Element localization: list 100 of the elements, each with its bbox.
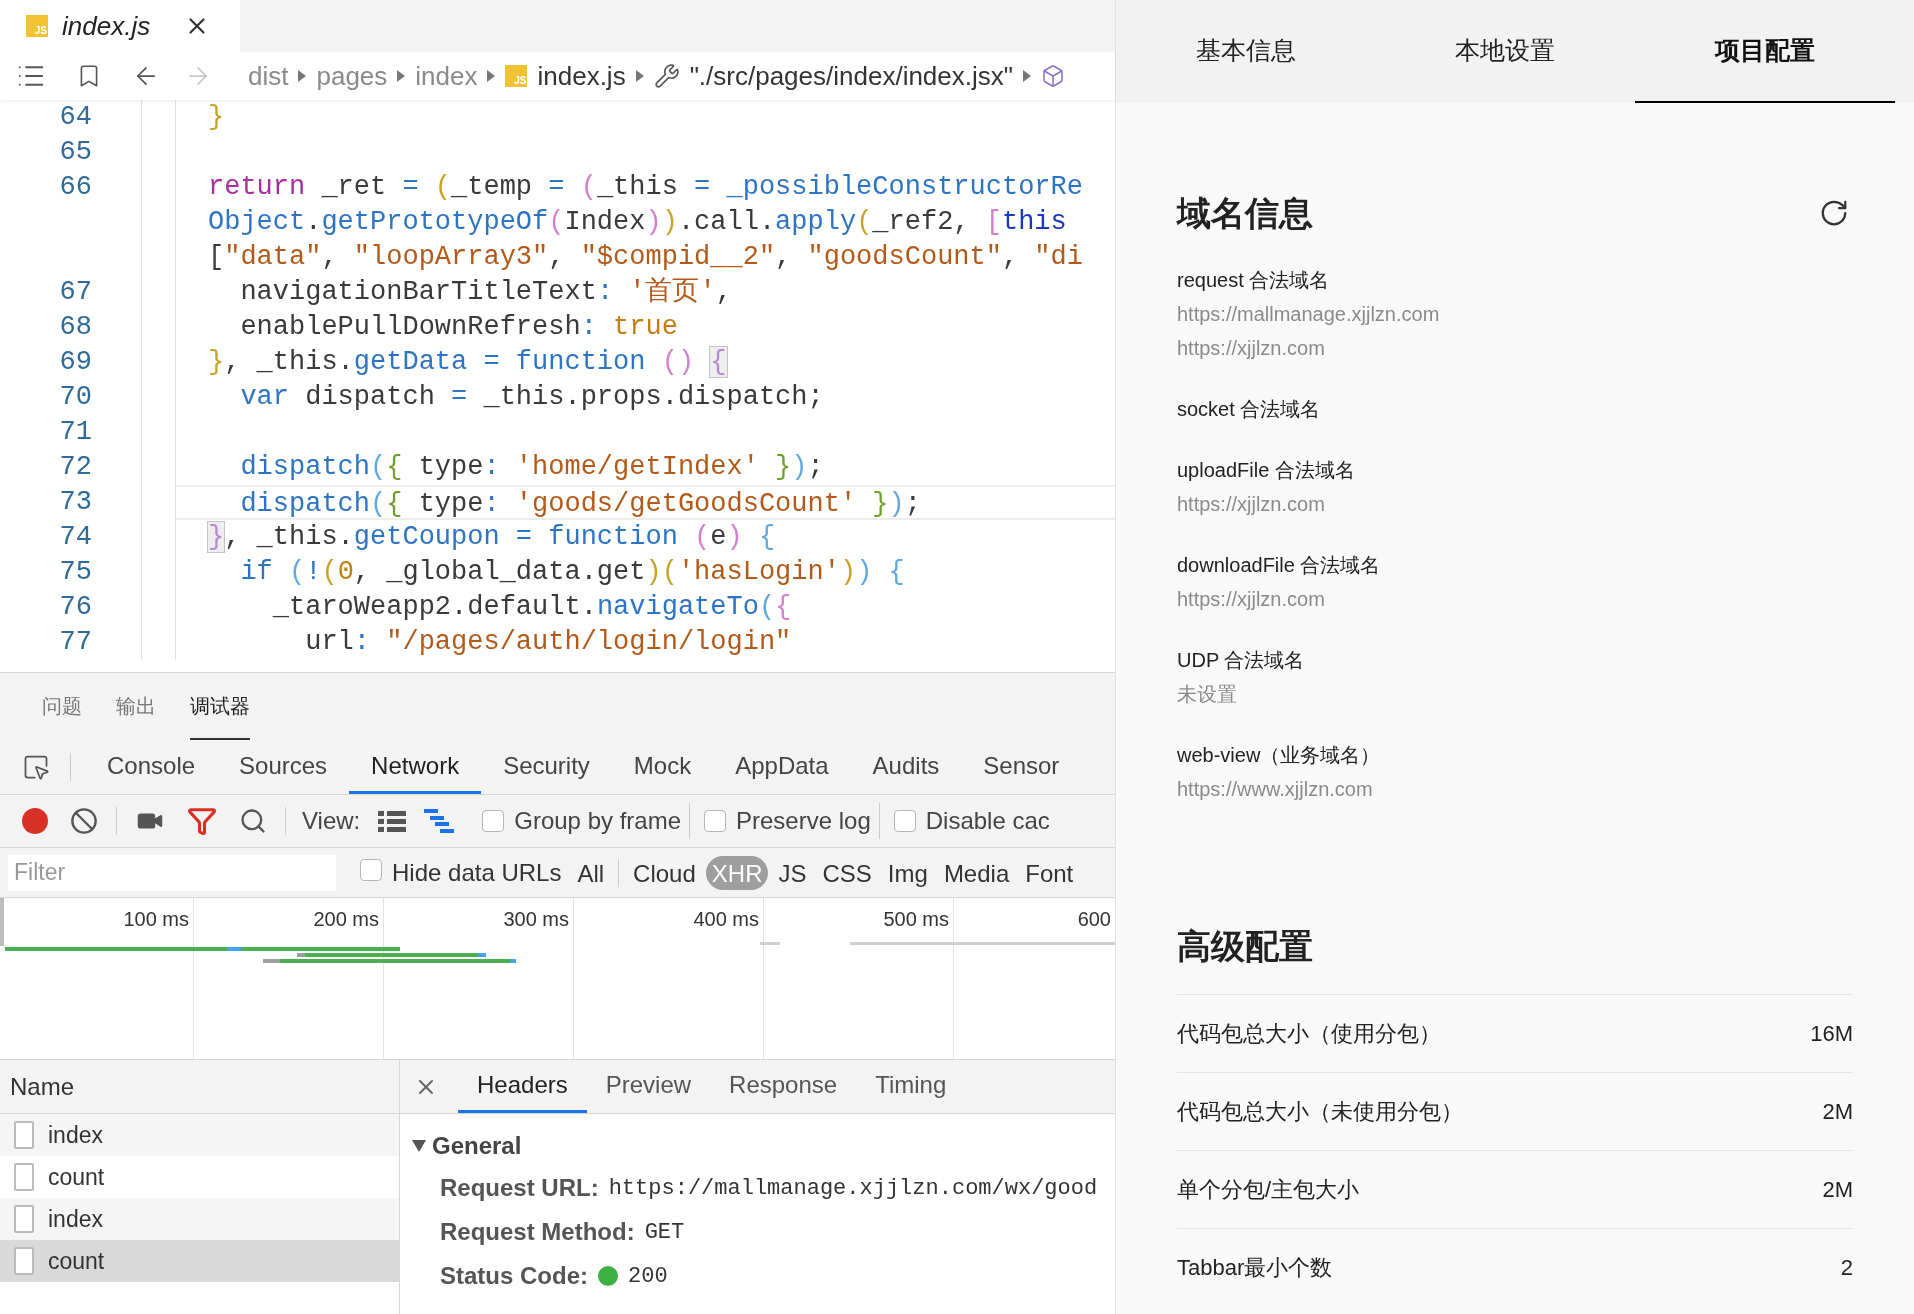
config-label: 单个分包/主包大小 [1177,1176,1360,1204]
type-filter[interactable]: Media [937,855,1016,890]
settings-tab[interactable]: 项目配置 [1635,0,1895,103]
line-number: 73 [59,486,92,519]
separator-icon [1023,70,1031,82]
domain-value: https://mallmanage.xjjlzn.com [1177,302,1441,327]
js-file-icon: JS [505,65,528,87]
inspect-icon[interactable] [22,753,50,781]
type-filter[interactable]: All [571,855,611,890]
filter-icon[interactable] [187,806,217,836]
cube-icon [1041,64,1065,88]
clear-icon[interactable] [70,807,98,835]
line-number: 77 [59,626,92,659]
request-name: count [48,1246,105,1276]
domain-value: https://xjjlzn.com [1177,587,1326,612]
refresh-icon[interactable] [1819,198,1849,228]
code-line: enablePullDownRefresh: true [239,312,678,342]
devtools-tab[interactable]: Sensor [961,740,1082,794]
file-tab[interactable]: JS index.js [0,0,240,52]
field-label: Request URL: [440,1173,599,1203]
code-line: var dispatch = _this.props.dispatch; [239,382,824,412]
checkbox[interactable] [360,858,382,881]
code-line: }, _this.getCoupon = function (e) { [208,522,776,552]
field-label: Status Code: [440,1261,588,1291]
code-line: Object.getPrototypeOf(Index)).call.apply(_ref2, [this [208,207,1067,237]
request-name: count [48,1162,105,1192]
js-file-icon: JS [26,15,48,37]
code-line: navigationBarTitleText: '首页', [239,277,732,307]
wrench-icon [653,63,680,89]
checkbox[interactable] [704,810,726,832]
domain-label: request 合法域名 [1177,268,1331,293]
file-icon [14,1163,34,1191]
section-title[interactable]: General [432,1128,522,1164]
checkbox-label: Hide data URLs [392,857,562,888]
config-value: 2 [1840,1254,1853,1282]
search-icon[interactable] [239,807,267,835]
domain-label: UDP 合法域名 [1177,648,1306,673]
details-tab[interactable]: Response [710,1060,857,1113]
checkbox[interactable] [482,810,505,832]
checkbox-label: Preserve log [736,806,871,836]
line-number: 67 [59,276,92,309]
line-number: 75 [59,556,92,589]
devtools-tab[interactable]: AppData [713,740,851,794]
line-number: 72 [59,451,92,484]
line-number: 65 [59,136,92,169]
checkbox[interactable] [893,810,916,832]
code-line: dispatch({ type: 'goods/getGoodsCount' }); [239,489,921,519]
config-label: 代码包总大小（未使用分包） [1177,1098,1463,1126]
details-tab[interactable]: Headers [458,1060,587,1113]
type-filter[interactable]: CSS [816,855,878,890]
code-line: } [208,102,225,132]
filter-field[interactable]: Filter [8,854,336,891]
record-button[interactable] [22,808,48,834]
devtools-tab[interactable]: Audits [850,740,962,794]
domain-value: https://xjjlzn.com [1177,336,1326,361]
settings-tab[interactable]: 基本信息 [1116,0,1376,103]
domain-label: uploadFile 合法域名 [1177,458,1356,483]
checkbox-label: Group by frame [514,806,681,836]
request-row[interactable]: count [0,1240,399,1282]
timeline-tick: 300 ms [503,907,569,930]
timeline-tick: 600 [1077,907,1111,930]
request-name: index [48,1120,103,1150]
type-filter[interactable]: Cloud [627,855,702,890]
details-tab[interactable]: Timing [856,1060,966,1113]
file-icon [14,1247,34,1275]
devtools-tab[interactable]: Security [481,740,612,794]
code-line: if (!(0, _global_data.get)('hasLogin')) { [239,557,905,587]
request-row[interactable]: index [0,1198,399,1240]
file-icon [14,1205,34,1233]
domain-label: socket 合法域名 [1177,397,1322,422]
list-view-icon[interactable] [378,810,407,832]
devtools-tab[interactable]: Console [85,740,218,794]
field-value: GET [644,1218,685,1247]
type-filter[interactable]: JS [772,855,813,890]
waterfall-view-icon[interactable] [424,809,455,833]
separator-icon [298,70,307,82]
file-icon [14,1121,34,1149]
breadcrumb-item[interactable]: "./src/pages/index/index.jsx" [689,56,1013,96]
type-filter[interactable]: Img [881,855,934,890]
view-label: View: [302,806,361,836]
request-row[interactable]: index [0,1114,399,1156]
separator-icon [397,70,406,82]
timeline-tick: 400 ms [693,907,759,930]
separator-icon [635,70,644,82]
code-line: return _ret = (_temp = (_this = _possibleConstructorRe [208,172,1083,202]
section-heading: 高级配置 [1177,926,1314,967]
line-number: 69 [59,346,92,379]
domain-value: https://www.xjjlzn.com [1177,777,1374,802]
line-number: 74 [59,521,92,554]
code-line: _taroWeapp2.default.navigateTo({ [271,592,792,622]
settings-tab[interactable]: 本地设置 [1375,0,1636,103]
column-header[interactable]: Name [10,1068,75,1105]
breadcrumb-item[interactable]: index.js [537,56,626,96]
devtools-tab[interactable]: Mock [611,740,714,794]
details-tab[interactable]: Preview [586,1060,711,1113]
devtools-tab[interactable]: Sources [217,740,350,794]
disclosure-triangle-icon[interactable] [412,1140,426,1152]
panel-tab[interactable]: 输出 [116,673,156,740]
panel-tab[interactable]: 问题 [42,673,82,740]
type-filter[interactable]: Font [1019,855,1080,890]
